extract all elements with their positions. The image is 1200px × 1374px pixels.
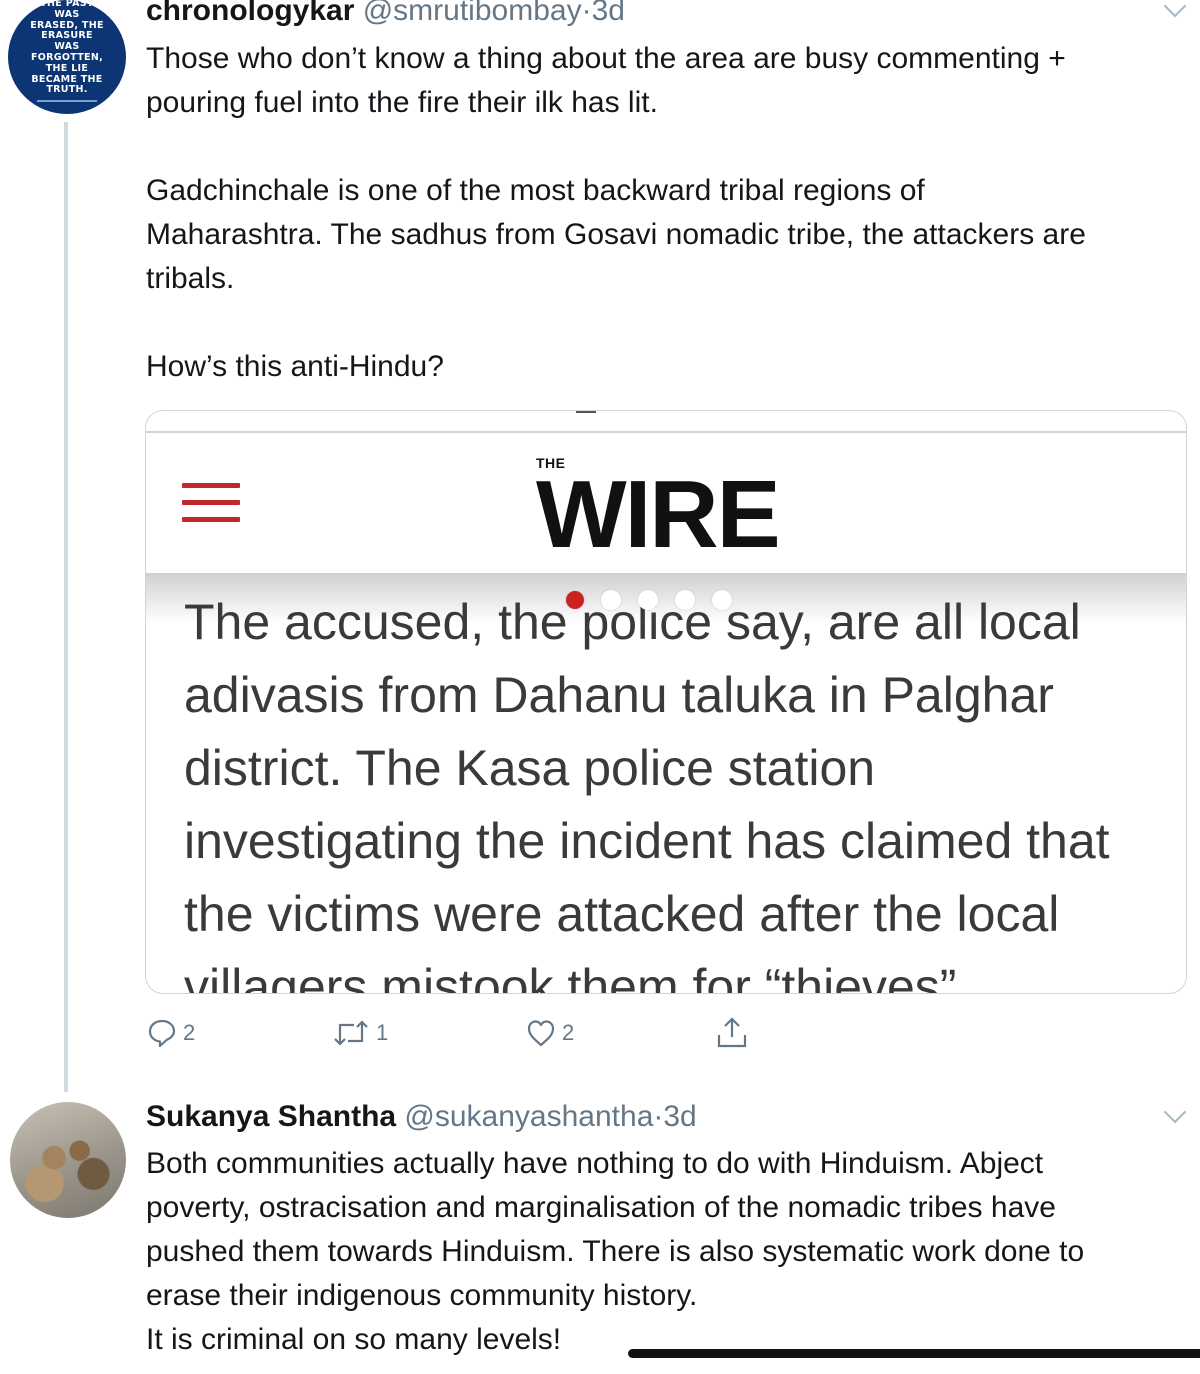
carousel-dots (566, 590, 732, 610)
like-button[interactable]: 2 (526, 1018, 574, 1048)
tweet-line: Maharashtra. The sadhus from Gosavi noma… (146, 218, 1086, 251)
tweet-line (146, 125, 1086, 169)
tweet-line: erase their indigenous community history… (146, 1279, 698, 1312)
carousel-dot[interactable] (675, 590, 695, 610)
retweet-button[interactable]: 1 (332, 1018, 388, 1048)
tweet-line: Gadchinchale is one of the most backward… (146, 174, 925, 207)
carousel-dot[interactable] (712, 590, 732, 610)
tweet-line: tribals. (146, 262, 235, 295)
chevron-down-icon[interactable] (1163, 1100, 1187, 1124)
like-icon (527, 1020, 555, 1047)
retweet-icon (334, 1020, 368, 1046)
carousel-dot-active[interactable] (566, 591, 584, 609)
chevron-down-icon[interactable] (1163, 0, 1187, 18)
tweet-header: Sukanya Shantha @sukanyashantha·3d (146, 1102, 697, 1132)
site-logo: WIRE (536, 461, 781, 568)
tweet-timestamp[interactable]: 3d (663, 1100, 696, 1133)
separator: · (653, 1100, 664, 1133)
tweet-line: pushed them towards Hinduism. There is a… (146, 1235, 1085, 1268)
article-line: adivasis from Dahanu taluka in Palghar (184, 667, 1054, 723)
tweet-text: Those who don’t know a thing about the a… (146, 37, 1086, 389)
share-button[interactable] (716, 1016, 748, 1050)
author-handle[interactable]: @sukanyashantha (404, 1100, 653, 1133)
tweet-text: Both communities actually have nothing t… (146, 1142, 1084, 1362)
share-icon (717, 1017, 747, 1048)
article-line: the victims were attacked after the loca… (184, 886, 1060, 942)
carousel-dot[interactable] (601, 590, 621, 610)
avatar[interactable] (10, 1102, 126, 1218)
article-line: district. The Kasa police station (184, 740, 876, 796)
retweet-count: 1 (376, 1020, 389, 1045)
tweet-header: chronologykar @smrutibombay·3d (146, 0, 625, 26)
author-name[interactable]: chronologykar (146, 0, 354, 27)
separator: · (581, 0, 592, 27)
author-handle[interactable]: @smrutibombay (363, 0, 582, 27)
carousel-dot[interactable] (638, 590, 658, 610)
tweet-line (146, 301, 1086, 345)
avatar[interactable]: THE PAST WAS ERASED, THE ERASURE WAS FOR… (8, 0, 126, 114)
reply-count: 2 (183, 1020, 196, 1045)
article-excerpt: The accused, the police say, are all loc… (184, 586, 1110, 994)
tweet-line: Those who don’t know a thing about the a… (146, 42, 1066, 75)
author-name[interactable]: Sukanya Shantha (146, 1100, 396, 1133)
article-line: villagers mistook them for “thieves” (184, 959, 957, 994)
divider (576, 411, 596, 413)
reply-icon (148, 1019, 176, 1048)
article-line: investigating the incident has claimed t… (184, 813, 1110, 869)
avatar-book-cover-text: THE PAST WAS ERASED, THE ERASURE WAS FOR… (30, 0, 104, 96)
tweet-line: Both communities actually have nothing t… (146, 1147, 1044, 1180)
tweet-line: How’s this anti-Hindu? (146, 350, 444, 383)
home-indicator (628, 1349, 1200, 1358)
embedded-image[interactable]: THE WIRE The accused, the police say, ar… (145, 410, 1187, 994)
thread-line (64, 122, 68, 1092)
avatar-author-line (37, 100, 97, 103)
menu-icon (182, 483, 240, 523)
tweet-line: poverty, ostracisation and marginalisati… (146, 1191, 1056, 1224)
tweet-timestamp[interactable]: 3d (592, 0, 625, 27)
like-count: 2 (562, 1020, 575, 1045)
tweet-line: pouring fuel into the fire their ilk has… (146, 86, 658, 119)
reply-button[interactable]: 2 (147, 1018, 195, 1048)
